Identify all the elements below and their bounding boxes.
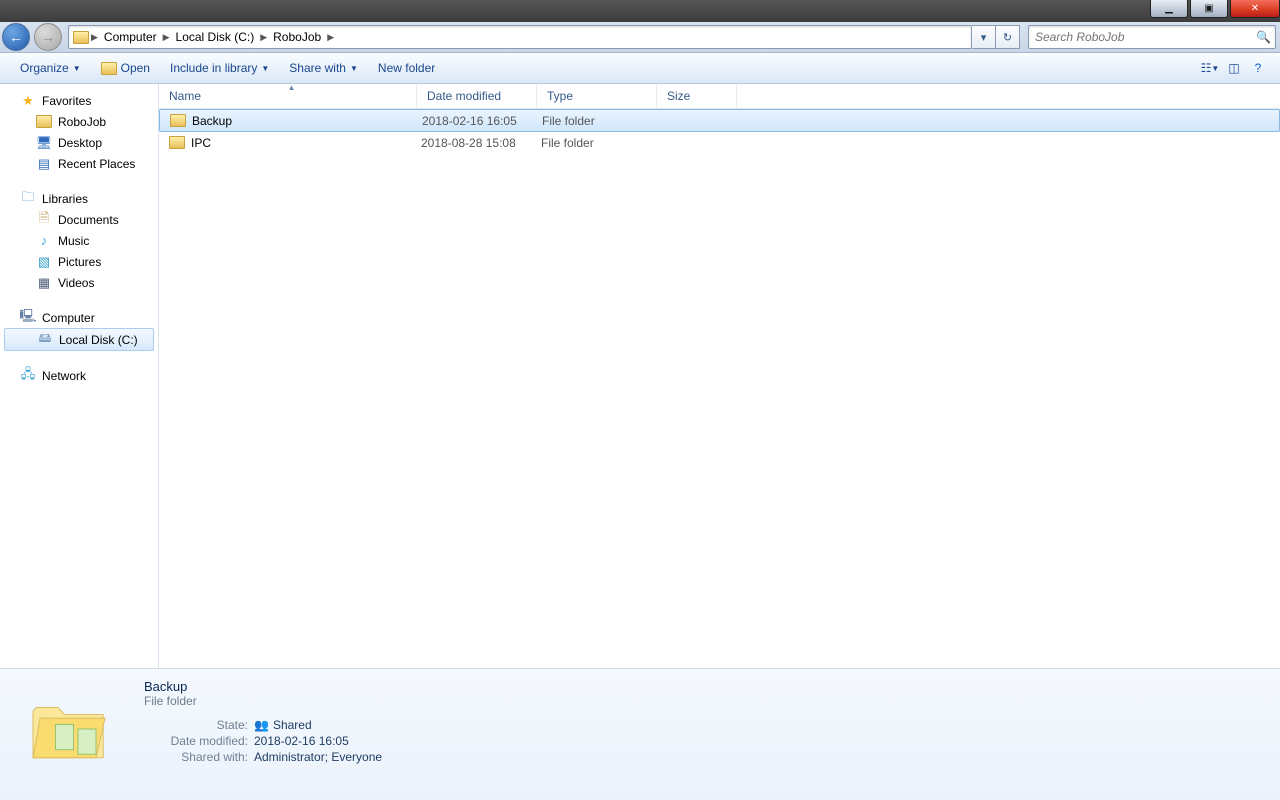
chevron-down-icon: ▼	[73, 64, 81, 73]
videos-icon: ▦	[36, 275, 52, 291]
view-options-button[interactable]: ☷ ▼	[1198, 56, 1222, 80]
window-titlebar: ▁ ▣ ✕	[0, 0, 1280, 22]
tree-item-documents[interactable]: 🗎Documents	[0, 209, 158, 230]
sort-ascending-icon: ▲	[288, 83, 296, 92]
tree-network-header[interactable]: 🖧Network	[0, 365, 158, 386]
share-with-menu[interactable]: Share with▼	[279, 61, 368, 75]
help-button[interactable]: ?	[1246, 56, 1270, 80]
network-icon: 🖧	[20, 368, 36, 384]
shared-icon: 👥	[254, 718, 269, 732]
file-list-pane: Name▲ Date modified Type Size Backup 201…	[159, 84, 1280, 668]
chevron-down-icon: ▼	[261, 64, 269, 73]
pictures-icon: ▧	[36, 254, 52, 270]
breadcrumb-computer[interactable]: Computer	[100, 30, 161, 44]
music-icon: ♪	[36, 233, 52, 249]
details-state: Shared	[273, 718, 312, 732]
open-button[interactable]: Open	[91, 60, 160, 76]
file-rows: Backup 2018-02-16 16:05 File folder IPC …	[159, 109, 1280, 668]
folder-icon	[169, 135, 185, 151]
file-date: 2018-08-28 15:08	[421, 136, 541, 150]
tree-item-local-disk[interactable]: 🖴Local Disk (C:)	[4, 328, 154, 351]
file-date: 2018-02-16 16:05	[422, 114, 542, 128]
details-sharedwith: Administrator; Everyone	[254, 750, 1266, 764]
chevron-right-icon: ▶	[89, 32, 100, 43]
search-icon: 🔍	[1256, 30, 1271, 44]
details-pane: Backup File folder State: 👥 Shared Date m…	[0, 668, 1280, 800]
navigation-bar: ← → ▶ Computer ▶ Local Disk (C:) ▶ RoboJ…	[0, 22, 1280, 53]
search-box[interactable]: 🔍	[1028, 25, 1276, 49]
tree-item-robojob[interactable]: RoboJob	[0, 111, 158, 132]
toolbar: Organize▼ Open Include in library▼ Share…	[0, 53, 1280, 84]
chevron-right-icon: ▶	[258, 32, 269, 43]
documents-icon: 🗎	[36, 212, 52, 228]
column-date-modified[interactable]: Date modified	[417, 84, 537, 108]
window-close-button[interactable]: ✕	[1230, 0, 1280, 18]
tree-item-music[interactable]: ♪Music	[0, 230, 158, 251]
column-type[interactable]: Type	[537, 84, 657, 108]
nav-forward-button[interactable]: →	[34, 23, 62, 51]
details-subtitle: File folder	[144, 694, 1266, 708]
tree-favorites-header[interactable]: ★Favorites	[0, 90, 158, 111]
refresh-button[interactable]: ↻	[996, 25, 1020, 49]
tree-item-recent-places[interactable]: ▤Recent Places	[0, 153, 158, 174]
column-size[interactable]: Size	[657, 84, 737, 108]
details-sharedwith-label: Shared with:	[144, 750, 254, 764]
address-bar[interactable]: ▶ Computer ▶ Local Disk (C:) ▶ RoboJob ▶	[68, 25, 972, 49]
chevron-down-icon: ▼	[350, 64, 358, 73]
tree-libraries-header[interactable]: 🗀Libraries	[0, 188, 158, 209]
window-maximize-button[interactable]: ▣	[1190, 0, 1228, 18]
tree-item-videos[interactable]: ▦Videos	[0, 272, 158, 293]
tree-computer-header[interactable]: 🖳Computer	[0, 307, 158, 328]
details-modified-label: Date modified:	[144, 734, 254, 748]
file-type: File folder	[541, 136, 661, 150]
libraries-icon: 🗀	[20, 191, 36, 207]
details-modified: 2018-02-16 16:05	[254, 734, 1266, 748]
details-folder-icon	[14, 679, 124, 779]
breadcrumb-localdisk[interactable]: Local Disk (C:)	[172, 30, 259, 44]
folder-icon	[36, 114, 52, 130]
window-minimize-button[interactable]: ▁	[1150, 0, 1188, 18]
file-row[interactable]: IPC 2018-08-28 15:08 File folder	[159, 132, 1280, 153]
tree-item-desktop[interactable]: 🖥Desktop	[0, 132, 158, 153]
file-type: File folder	[542, 114, 662, 128]
address-history-button[interactable]: ▾	[972, 25, 996, 49]
chevron-right-icon: ▶	[325, 32, 336, 43]
new-folder-button[interactable]: New folder	[368, 61, 445, 75]
file-row[interactable]: Backup 2018-02-16 16:05 File folder	[159, 109, 1280, 132]
column-headers: Name▲ Date modified Type Size	[159, 84, 1280, 109]
star-icon: ★	[20, 93, 36, 109]
include-in-library-menu[interactable]: Include in library▼	[160, 61, 279, 75]
file-name: Backup	[192, 114, 232, 128]
search-input[interactable]	[1033, 29, 1256, 45]
preview-pane-button[interactable]: ◫	[1222, 56, 1246, 80]
details-title: Backup	[144, 679, 1266, 694]
tree-item-pictures[interactable]: ▧Pictures	[0, 251, 158, 272]
folder-icon	[170, 113, 186, 129]
organize-menu[interactable]: Organize▼	[10, 61, 91, 75]
folder-icon	[73, 29, 89, 45]
file-name: IPC	[191, 136, 211, 150]
disk-icon: 🖴	[37, 332, 53, 348]
desktop-icon: 🖥	[36, 135, 52, 151]
open-folder-icon	[101, 60, 117, 76]
details-state-label: State:	[144, 718, 254, 732]
recent-places-icon: ▤	[36, 156, 52, 172]
breadcrumb-robojob[interactable]: RoboJob	[269, 30, 325, 44]
computer-icon: 🖳	[20, 310, 36, 326]
nav-back-button[interactable]: ←	[2, 23, 30, 51]
navigation-tree: ★Favorites RoboJob 🖥Desktop ▤Recent Plac…	[0, 84, 159, 668]
chevron-right-icon: ▶	[161, 32, 172, 43]
column-name[interactable]: Name▲	[159, 84, 417, 108]
